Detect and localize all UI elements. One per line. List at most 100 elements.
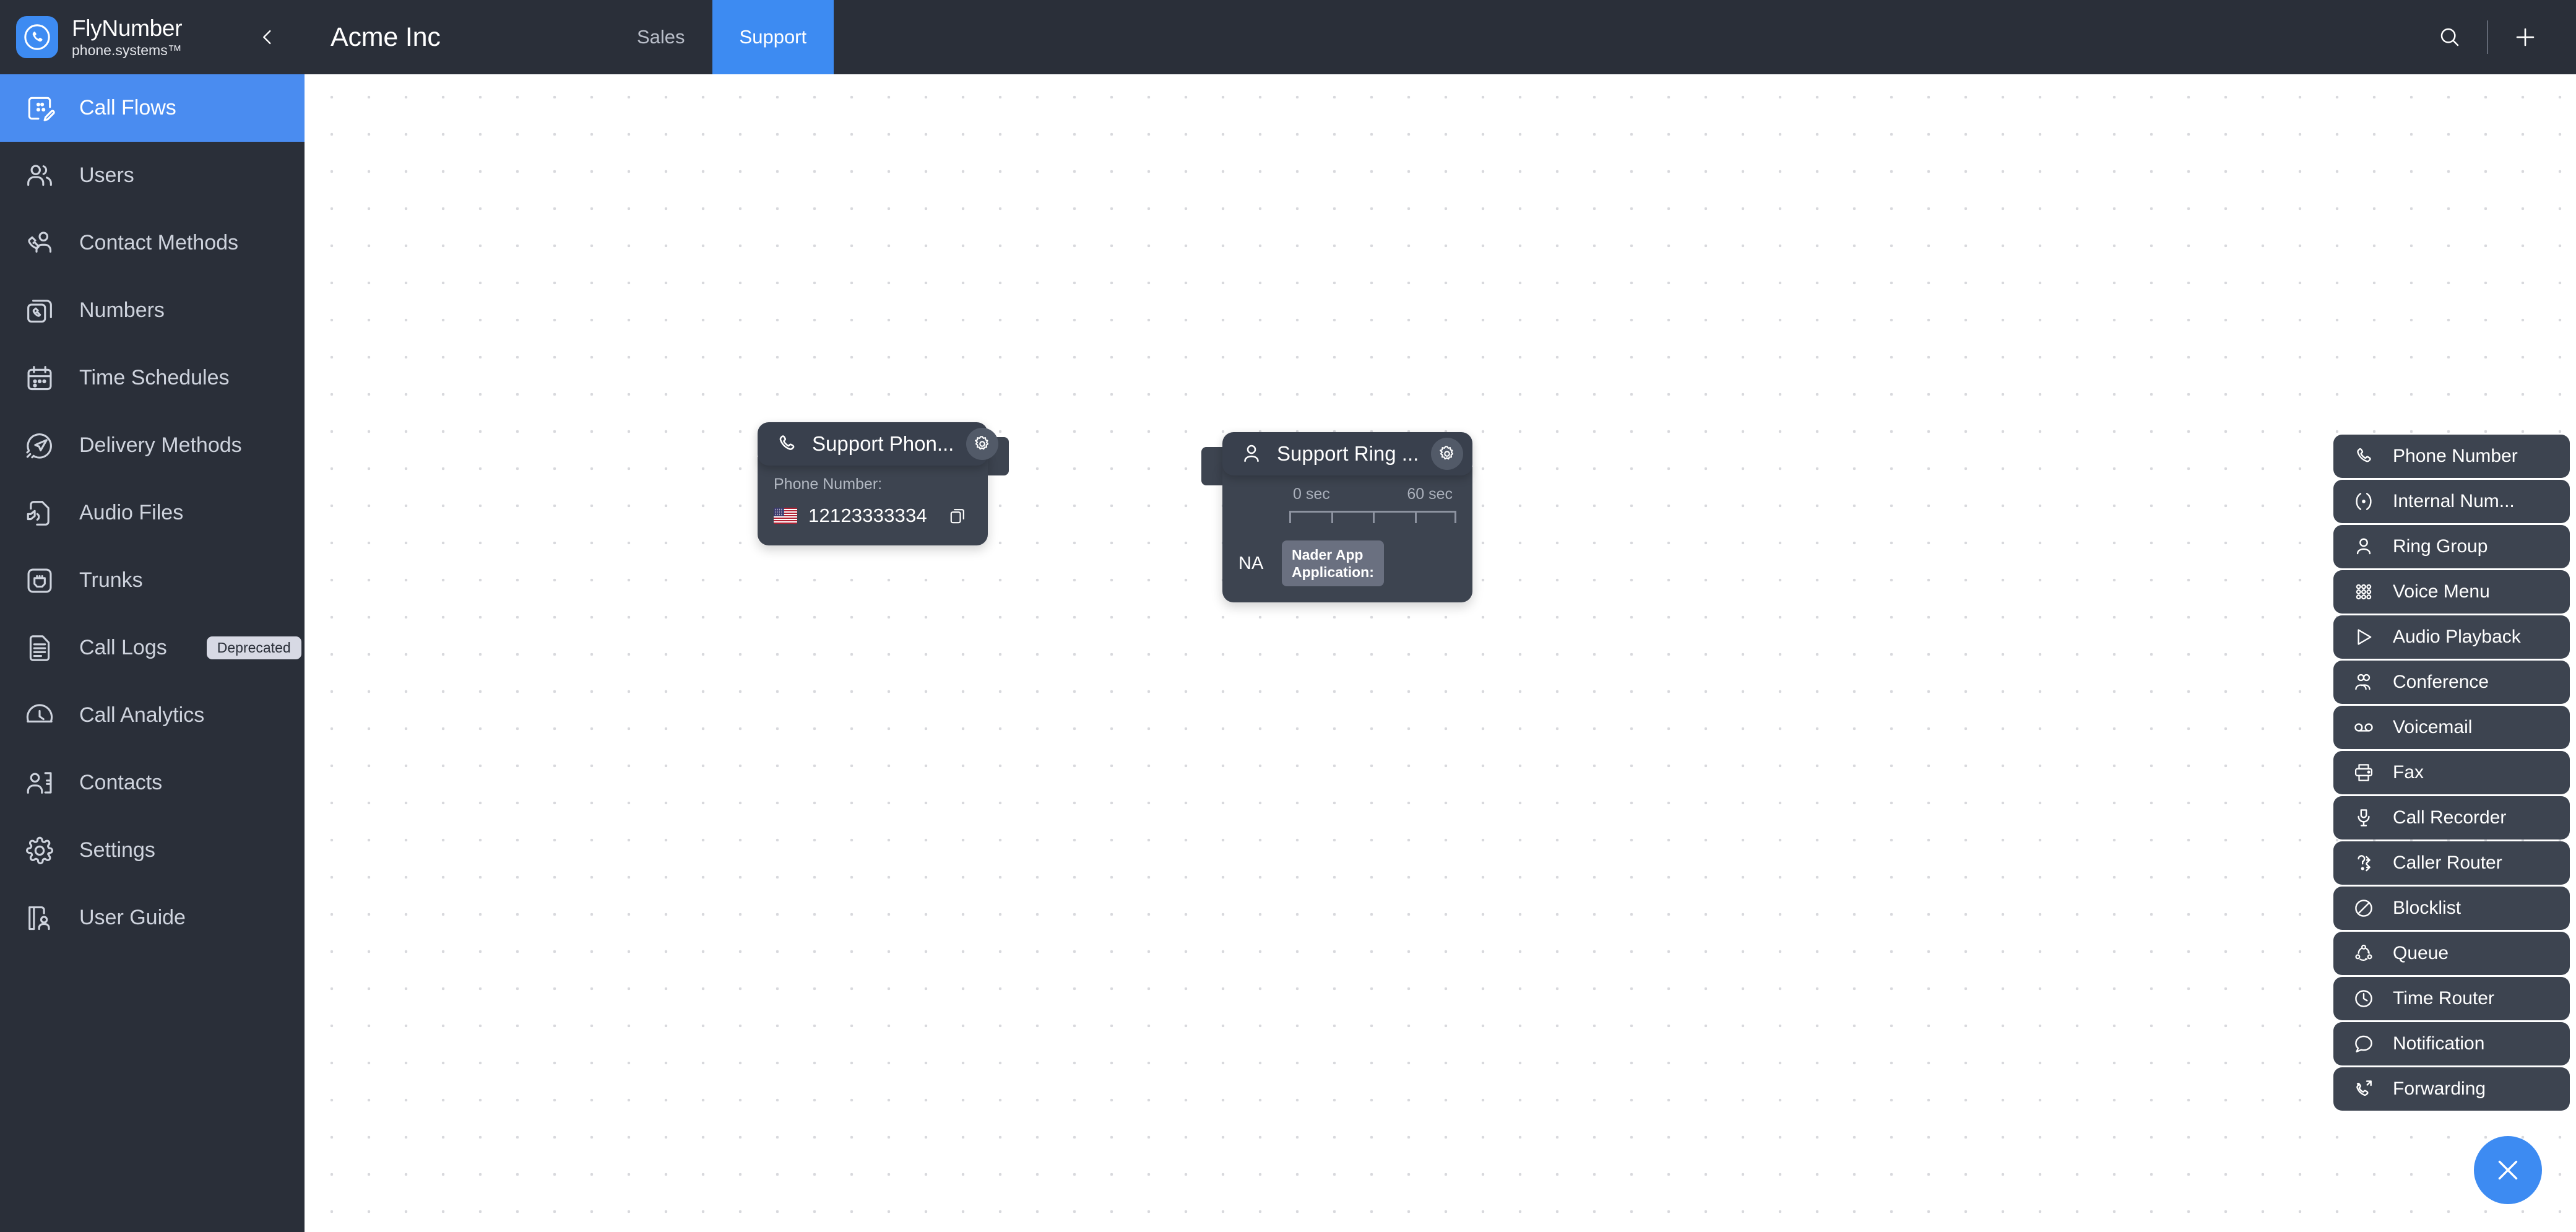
chat-bubble-icon (2351, 1031, 2377, 1057)
palette-item-fax[interactable]: Fax (2333, 751, 2570, 794)
node-header[interactable]: Support Phon... (758, 422, 999, 466)
brand: FlyNumber phone.systems™ (0, 0, 305, 74)
phone-icon (774, 431, 800, 457)
palette-item-queue[interactable]: Queue (2333, 932, 2570, 975)
palette-item-forwarding[interactable]: Forwarding (2333, 1067, 2570, 1111)
palette-item-label: Call Recorder (2393, 807, 2507, 828)
sidebar-item-settings[interactable]: Settings (0, 817, 305, 884)
sidebar-item-users[interactable]: Users (0, 142, 305, 209)
plus-icon[interactable] (2497, 0, 2554, 74)
calendar-icon (22, 361, 57, 396)
palette-item-label: Voice Menu (2393, 581, 2490, 602)
copy-icon[interactable] (944, 502, 972, 529)
node-header[interactable]: Support Ring ... (1222, 432, 1472, 475)
palette-item-call-recorder[interactable]: Call Recorder (2333, 796, 2570, 839)
node-settings-gear-icon[interactable] (966, 428, 999, 460)
sidebar-item-audio-files[interactable]: Audio Files (0, 479, 305, 547)
node-body: Phone Number: 12123333334 (758, 457, 988, 545)
sidebar-item-contacts[interactable]: Contacts (0, 749, 305, 817)
tab-sales[interactable]: Sales (610, 0, 712, 74)
phone-number-label: Phone Number: (774, 475, 883, 493)
clock-icon (2351, 986, 2377, 1012)
palette-item-label: Voicemail (2393, 717, 2473, 737)
sidebar-item-call-logs[interactable]: Call Logs Deprecated (0, 614, 305, 682)
sidebar-item-label: Call Analytics (79, 703, 205, 727)
internal-number-icon (2351, 488, 2377, 514)
flow-node-ring-group[interactable]: Support Ring ... 0 sec 60 sec NA Nader A… (1201, 432, 1472, 603)
palette-item-label: Phone Number (2393, 446, 2518, 466)
palette-item-conference[interactable]: Conference (2333, 661, 2570, 704)
sidebar-item-trunks[interactable]: Trunks (0, 547, 305, 614)
sidebar-nav: Call Flows Users Contact Methods Numbers… (0, 74, 305, 884)
palette-item-label: Conference (2393, 672, 2489, 692)
palette-item-label: Forwarding (2393, 1078, 2486, 1099)
search-icon[interactable] (2421, 0, 2478, 74)
clock-analytics-icon (22, 698, 57, 733)
block-icon (2351, 895, 2377, 921)
sidebar-item-label: Contacts (79, 771, 163, 794)
ring-member-code: NA (1238, 553, 1264, 573)
node-body: 0 sec 60 sec NA Nader App Application: (1222, 467, 1472, 603)
ring-member-chip[interactable]: Nader App Application: (1282, 540, 1384, 587)
status-badge: Deprecated (206, 636, 301, 659)
tab-support[interactable]: Support (712, 0, 834, 74)
contact-method-icon (22, 226, 57, 261)
sidebar-footer: User Guide (0, 884, 305, 968)
sidebar-item-label: Numbers (79, 298, 165, 322)
voicemail-icon (2351, 714, 2377, 740)
phone-circle-icon (16, 16, 58, 58)
sidebar-item-label: Delivery Methods (79, 433, 242, 457)
tab-label: Support (739, 26, 807, 48)
us-flag-icon (774, 508, 797, 524)
palette-item-voice-menu[interactable]: Voice Menu (2333, 570, 2570, 614)
palette-item-caller-router[interactable]: Caller Router (2333, 841, 2570, 885)
edge-layer (305, 74, 490, 167)
sidebar-item-label: Call Logs (79, 636, 167, 659)
timeline-start-label: 0 sec (1293, 485, 1330, 503)
palette-item-phone-number[interactable]: Phone Number (2333, 435, 2570, 478)
user-guide-icon (22, 901, 57, 935)
contact-card-icon (22, 766, 57, 800)
sidebar: FlyNumber phone.systems™ Call Flows User… (0, 0, 305, 1232)
numbers-icon (22, 293, 57, 328)
palette-item-internal-number[interactable]: Internal Num... (2333, 480, 2570, 523)
palette-item-ring-group[interactable]: Ring Group (2333, 525, 2570, 568)
palette-item-voicemail[interactable]: Voicemail (2333, 706, 2570, 749)
brand-text: FlyNumber phone.systems™ (72, 16, 183, 58)
palette-item-blocklist[interactable]: Blocklist (2333, 887, 2570, 930)
sidebar-item-user-guide[interactable]: User Guide (0, 884, 305, 952)
node-settings-gear-icon[interactable] (1431, 438, 1464, 470)
phone-number-row: 12123333334 (774, 502, 972, 529)
sidebar-item-label: Trunks (79, 568, 143, 592)
ring-member-row: NA Nader App Application: (1238, 540, 1456, 587)
palette-item-notification[interactable]: Notification (2333, 1022, 2570, 1065)
palette-item-time-router[interactable]: Time Router (2333, 977, 2570, 1020)
sidebar-item-label: Call Flows (79, 96, 176, 119)
sidebar-item-numbers[interactable]: Numbers (0, 277, 305, 344)
sidebar-item-delivery-methods[interactable]: Delivery Methods (0, 412, 305, 479)
flow-node-phone-number[interactable]: Support Phon... Phone Number: 1212333333… (758, 422, 1009, 545)
close-palette-button[interactable] (2474, 1136, 2542, 1204)
topbar: Acme Inc Sales Support (305, 0, 2576, 74)
palette-item-label: Queue (2393, 943, 2449, 963)
sidebar-item-time-schedules[interactable]: Time Schedules (0, 344, 305, 412)
palette-item-audio-playback[interactable]: Audio Playback (2333, 615, 2570, 659)
page-title: Acme Inc (331, 22, 441, 52)
sidebar-item-label: Users (79, 163, 134, 187)
play-icon (2351, 624, 2377, 650)
chevron-left-icon[interactable] (255, 25, 280, 50)
sidebar-item-contact-methods[interactable]: Contact Methods (0, 209, 305, 277)
sidebar-item-call-analytics[interactable]: Call Analytics (0, 682, 305, 749)
person-icon (1238, 441, 1264, 467)
keypad-icon (2351, 579, 2377, 605)
node-title: Support Phon... (812, 432, 954, 455)
topbar-actions (2421, 0, 2576, 74)
palette-item-label: Fax (2393, 762, 2424, 783)
sidebar-item-label: Audio Files (79, 501, 184, 524)
ring-member-name: Nader App (1292, 547, 1364, 563)
microphone-icon (2351, 805, 2377, 831)
topbar-divider (2487, 20, 2488, 54)
sidebar-item-call-flows[interactable]: Call Flows (0, 74, 305, 142)
palette-item-label: Time Router (2393, 988, 2494, 1009)
call-flow-canvas[interactable]: Support Phon... Phone Number: 1212333333… (305, 74, 2576, 1232)
